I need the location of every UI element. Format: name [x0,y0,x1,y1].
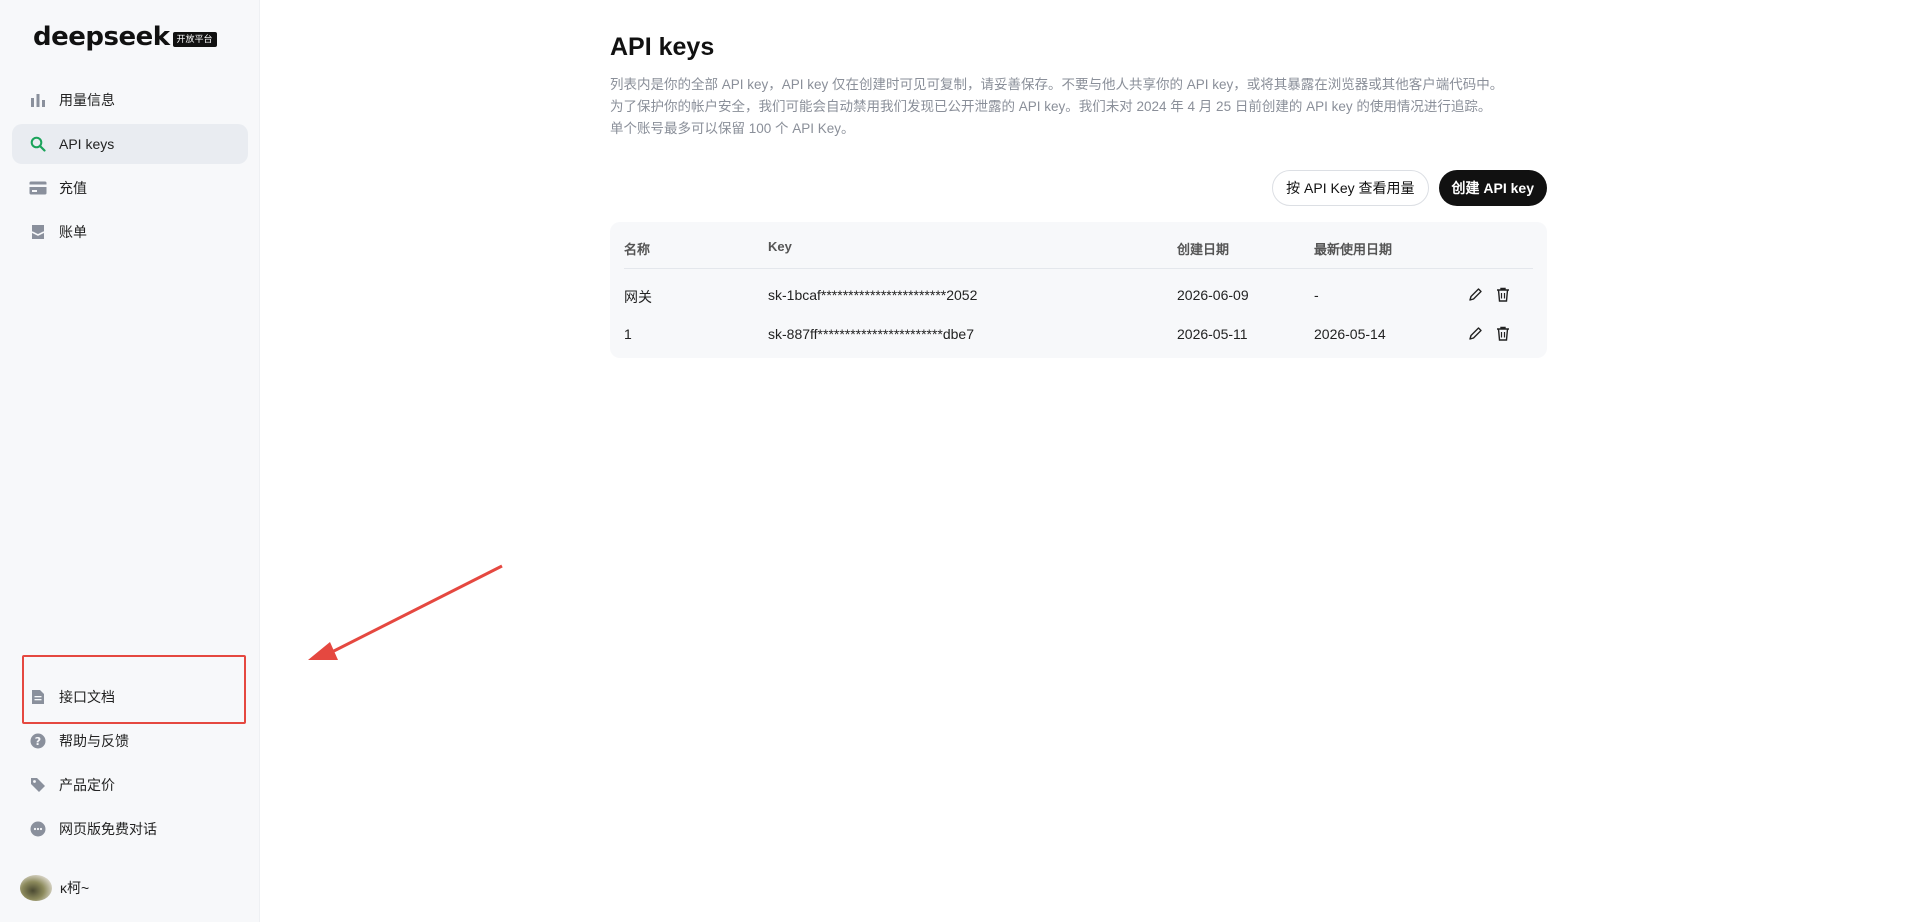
logo-text: deepseek [33,22,170,52]
chat-icon [29,820,47,838]
description-line: 为了保护你的帐户安全，我们可能会自动禁用我们发现已公开泄露的 API key。我… [610,99,1492,114]
key-value: sk-887ff***********************dbe7 [768,326,975,342]
deepseek-logo[interactable]: deepseek 开放平台 [33,22,217,52]
help-icon: ? [29,732,47,750]
page-title: API keys [610,33,715,61]
user-name: κ柯~ [60,880,90,896]
inbox-icon [29,223,47,241]
last-used-date: 2026-05-14 [1314,326,1386,342]
column-header-last-used: 最新使用日期 [1314,242,1393,257]
document-icon [29,688,47,706]
create-api-key-button[interactable]: 创建 API key [1438,170,1547,206]
edit-icon[interactable] [1467,325,1483,341]
sidebar-item-label: API keys [59,136,115,152]
sidebar-item-pricing[interactable]: 产品定价 [12,765,248,805]
sidebar-item-label: 账单 [59,224,87,240]
sidebar-item-topup[interactable]: 充值 [12,168,248,208]
sidebar-top-nav: 用量信息 API keys 充值 账单 [12,80,248,256]
sidebar-item-api-docs[interactable]: 接口文档 [12,677,248,717]
key-name: 网关 [624,289,652,305]
sidebar-item-billing[interactable]: 账单 [12,212,248,252]
sidebar: deepseek 开放平台 用量信息 API keys 充值 账单 接口文档 ?… [0,0,260,922]
bar-chart-icon [29,91,47,109]
action-buttons: 按 API Key 查看用量 创建 API key [1272,170,1547,206]
search-icon [29,135,47,153]
row-actions [1467,286,1511,302]
delete-icon[interactable] [1495,325,1511,341]
key-name: 1 [624,326,632,342]
platform-badge: 开放平台 [172,31,217,47]
avatar [20,875,52,901]
sidebar-item-label: 用量信息 [59,92,115,108]
table-row: 1 sk-887ff***********************dbe7 20… [624,316,1533,352]
sidebar-item-label: 产品定价 [59,777,115,793]
table-header: 名称 Key 创建日期 最新使用日期 [624,222,1533,269]
usage-by-key-button[interactable]: 按 API Key 查看用量 [1272,170,1429,206]
description-line: 列表内是你的全部 API key，API key 仅在创建时可见可复制，请妥善保… [610,77,1504,92]
sidebar-item-label: 接口文档 [59,689,115,705]
key-value: sk-1bcaf***********************2052 [768,287,978,303]
sidebar-item-label: 充值 [59,180,87,196]
column-header-key: Key [768,239,792,254]
table-row: 网关 sk-1bcaf***********************2052 2… [624,277,1533,313]
edit-icon[interactable] [1467,286,1483,302]
user-profile[interactable]: κ柯~ [20,875,89,901]
svg-text:?: ? [35,735,41,748]
row-actions [1467,325,1511,341]
last-used-date: - [1314,287,1319,303]
column-header-created: 创建日期 [1177,242,1230,257]
created-date: 2026-05-11 [1177,326,1248,342]
card-icon [29,179,47,197]
sidebar-bottom-nav: 接口文档 ? 帮助与反馈 产品定价 网页版免费对话 [12,677,248,853]
description-line: 单个账号最多可以保留 100 个 API Key。 [610,121,855,136]
delete-icon[interactable] [1495,286,1511,302]
page-description: 列表内是你的全部 API key，API key 仅在创建时可见可复制，请妥善保… [610,74,1547,140]
sidebar-item-web-chat[interactable]: 网页版免费对话 [12,809,248,849]
sidebar-item-api-keys[interactable]: API keys [12,124,248,164]
column-header-name: 名称 [624,242,651,257]
sidebar-item-label: 帮助与反馈 [59,733,129,749]
sidebar-item-usage[interactable]: 用量信息 [12,80,248,120]
annotation-arrow [308,564,503,660]
created-date: 2026-06-09 [1177,287,1249,303]
api-keys-table: 名称 Key 创建日期 最新使用日期 网关 sk-1bcaf**********… [610,222,1547,358]
tag-icon [29,776,47,794]
sidebar-item-help[interactable]: ? 帮助与反馈 [12,721,248,761]
sidebar-item-label: 网页版免费对话 [59,821,157,837]
